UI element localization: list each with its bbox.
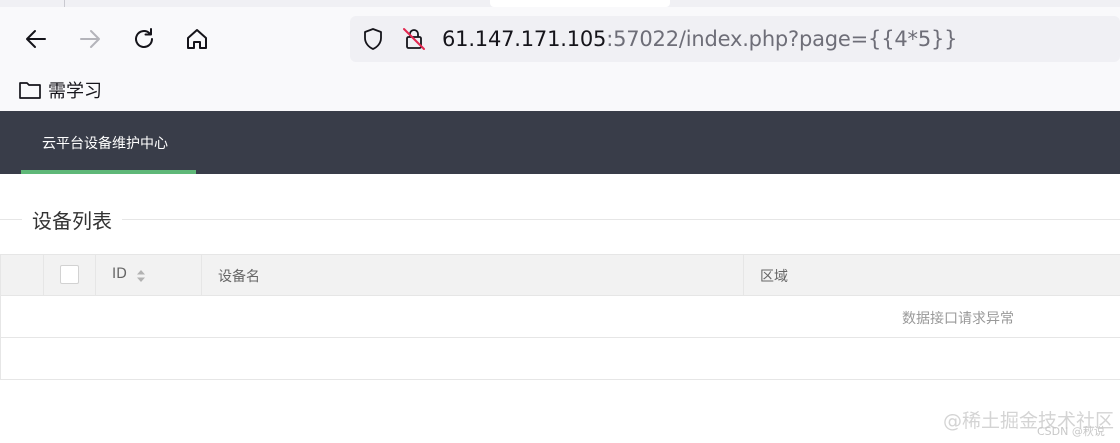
nav-active-indicator xyxy=(21,170,196,174)
reload-icon xyxy=(135,28,153,48)
fieldset-line xyxy=(0,219,1120,220)
empty-table-message: 数据接口请求异常 xyxy=(902,311,1014,327)
bookmarks-toolbar: 需学习 xyxy=(0,72,1120,108)
section-title: 设备列表 xyxy=(22,205,122,234)
select-all-checkbox[interactable] xyxy=(60,265,79,284)
forward-button[interactable] xyxy=(73,22,107,56)
nav-item-maintenance-center[interactable]: 云平台设备维护中心 xyxy=(21,111,196,174)
url-text[interactable]: 61.147.171.105:57022/index.php?page={{4*… xyxy=(442,26,958,52)
column-header-id: ID xyxy=(112,266,127,282)
folder-icon xyxy=(19,82,41,99)
header-cell-region: 区域 xyxy=(744,255,1120,295)
header-cell-row-number xyxy=(1,255,44,295)
tab-separator xyxy=(64,0,65,7)
tab-strip xyxy=(0,0,1120,7)
arrow-left-icon xyxy=(26,30,46,48)
header-cell-id[interactable]: ID xyxy=(96,255,202,295)
active-tab[interactable] xyxy=(490,0,670,7)
reload-button[interactable] xyxy=(127,22,161,56)
column-header-region: 区域 xyxy=(760,269,788,285)
browser-chrome: 61.147.171.105:57022/index.php?page={{4*… xyxy=(0,0,1120,111)
arrow-right-icon xyxy=(80,30,100,48)
url-host: 61.147.171.105 xyxy=(442,27,607,51)
watermark-subtext: CSDN @秋说 xyxy=(1037,425,1105,438)
url-bar[interactable]: 61.147.171.105:57022/index.php?page={{4*… xyxy=(350,16,1120,62)
column-header-device-name: 设备名 xyxy=(218,269,260,285)
home-button[interactable] xyxy=(180,22,214,56)
header-cell-device-name: 设备名 xyxy=(202,255,744,295)
url-path: :57022/index.php?page={{4*5}} xyxy=(606,27,958,51)
bookmark-folder[interactable]: 需学习 xyxy=(18,77,102,103)
bookmark-label: 需学习 xyxy=(48,81,102,102)
home-icon xyxy=(187,29,207,49)
table-header: ID 设备名 区域 xyxy=(1,255,1120,296)
top-navbar: 云平台设备维护中心 xyxy=(0,111,1120,174)
insecure-lock-icon[interactable] xyxy=(401,26,427,52)
table-row xyxy=(1,338,1120,380)
shield-icon[interactable] xyxy=(360,26,386,52)
nav-item-label: 云平台设备维护中心 xyxy=(42,136,168,152)
sort-icon[interactable] xyxy=(136,269,146,283)
back-button[interactable] xyxy=(19,22,53,56)
